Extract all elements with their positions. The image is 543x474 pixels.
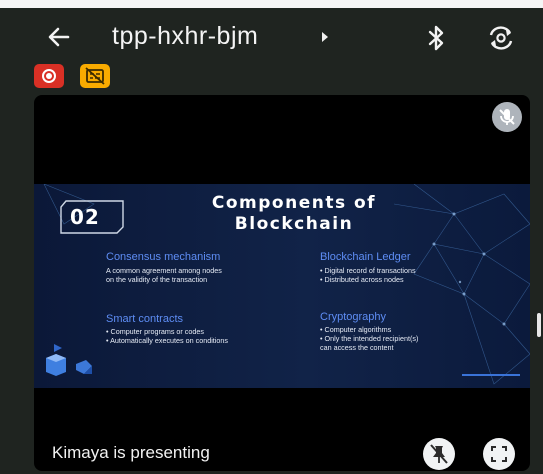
slide-title-line-1: Components of: [211, 193, 377, 213]
bluetooth-button[interactable]: [424, 24, 448, 52]
section-body-consensus: A common agreement among nodes on the va…: [106, 266, 222, 284]
presenter-label: Kimaya is presenting: [52, 443, 210, 462]
switch-camera-button[interactable]: [486, 23, 516, 53]
bluetooth-icon: [428, 25, 444, 51]
slide-title-line-2: Blockchain: [234, 214, 354, 234]
captions-off-icon: [85, 67, 105, 85]
fullscreen-icon: [491, 446, 507, 462]
section-heading-ledger: Blockchain Ledger: [320, 251, 411, 263]
side-scroll-handle[interactable]: [537, 313, 541, 337]
back-button[interactable]: [44, 22, 74, 52]
section-heading-cryptography: Cryptography: [320, 311, 387, 323]
arrow-left-icon: [48, 27, 70, 47]
cube-decoration-graphic: [46, 344, 92, 376]
section-body-cryptography: • Computer algorithms • Only the intende…: [320, 325, 419, 352]
recording-indicator[interactable]: [34, 64, 64, 88]
captions-off-indicator[interactable]: [80, 64, 110, 88]
presentation-stage[interactable]: 02 Components of Blockchain Consensus me…: [34, 95, 530, 471]
window-top-edge: [0, 0, 543, 8]
fullscreen-button[interactable]: [483, 438, 515, 470]
slide-number: 02: [70, 205, 100, 229]
section-heading-smart-contracts: Smart contracts: [106, 313, 184, 325]
slide-title: Components of Blockchain: [144, 193, 444, 235]
section-body-smart-contracts: • Computer programs or codes • Automatic…: [106, 327, 228, 345]
section-body-ledger: • Digital record of transactions • Distr…: [320, 266, 416, 284]
mic-off-icon: [499, 109, 515, 125]
shared-slide: 02 Components of Blockchain Consensus me…: [34, 184, 530, 388]
mic-off-indicator: [492, 102, 522, 132]
meeting-top-bar: tpp-hxhr-bjm: [0, 8, 543, 60]
meeting-code-title[interactable]: tpp-hxhr-bjm: [112, 22, 258, 51]
section-heading-consensus: Consensus mechanism: [106, 251, 221, 263]
unpin-icon: [430, 444, 448, 464]
switch-camera-icon: [489, 26, 513, 50]
slide-accent-line: [462, 374, 520, 376]
unpin-button[interactable]: [423, 438, 455, 470]
caret-right-icon[interactable]: [322, 32, 328, 42]
